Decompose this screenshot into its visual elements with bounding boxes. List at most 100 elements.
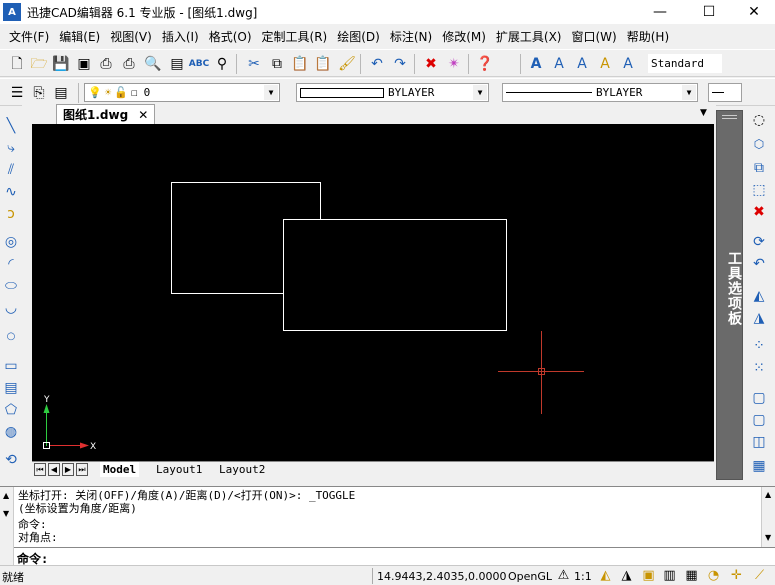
erase-icon[interactable]: ⬡ [749, 134, 769, 154]
scale-icon[interactable]: ◮ [749, 308, 769, 328]
polar-icon[interactable]: ▥ [661, 567, 678, 584]
annotation-scale-icon[interactable]: ⚠ [555, 567, 572, 584]
menu-help[interactable]: 帮助(H) [622, 28, 674, 45]
menu-edit[interactable]: 编辑(E) [54, 28, 105, 45]
palette-options-icon[interactable]: ◌ [749, 110, 769, 130]
spell-check-icon[interactable]: ABC [189, 55, 209, 73]
match-properties-icon[interactable]: 🖌 [338, 55, 356, 73]
print-icon[interactable]: ⎙ [97, 55, 115, 73]
tab-list-dropdown-icon[interactable]: ▼ [700, 108, 707, 118]
publish-icon[interactable]: ▤ [168, 55, 186, 73]
tab-layout2[interactable]: Layout2 [219, 462, 265, 477]
menu-view[interactable]: 视图(V) [105, 28, 157, 45]
menu-draw[interactable]: 绘图(D) [332, 28, 385, 45]
lineweight-select[interactable] [708, 83, 742, 102]
menu-dimension[interactable]: 标注(N) [385, 28, 437, 45]
layer-manager-icon[interactable]: ☰ [8, 84, 26, 102]
lineweight-icon[interactable]: ✛ [728, 567, 745, 584]
menu-file[interactable]: 文件(F) [4, 28, 54, 45]
layer-state-icon[interactable]: ▤ [52, 84, 70, 102]
menu-insert[interactable]: 插入(I) [157, 28, 204, 45]
multiline-icon[interactable]: ⫽ [1, 160, 21, 180]
color-dropdown-icon[interactable]: ▼ [473, 85, 487, 100]
previous-layout-icon[interactable]: ◀ [48, 463, 60, 476]
model-space-icon[interactable]: ⟋ [751, 567, 768, 584]
trim-icon[interactable]: ⁙ [749, 358, 769, 378]
drawing-canvas[interactable]: Y X [32, 124, 714, 461]
delete-object-icon[interactable]: ✖ [749, 202, 769, 222]
menu-modify[interactable]: 修改(M) [437, 28, 491, 45]
command-input-row[interactable]: 命令: [14, 547, 775, 566]
copy-icon[interactable]: ⧉ [268, 55, 286, 73]
snap-icon[interactable]: ◭ [597, 567, 614, 584]
fillet-icon[interactable]: ◫ [749, 432, 769, 452]
first-layout-icon[interactable]: ⏮ [34, 463, 46, 476]
layer-previous-icon[interactable]: ⎘ [30, 84, 48, 102]
find-icon[interactable]: ⚲ [213, 55, 231, 73]
next-layout-icon[interactable]: ▶ [62, 463, 74, 476]
command-scrollbar[interactable]: ▲ ▼ [761, 487, 775, 547]
help-icon[interactable]: ❓ [476, 55, 494, 73]
print-preview-icon[interactable]: 🔍 [144, 55, 162, 73]
text-find-icon[interactable]: A [596, 55, 614, 73]
scroll-down-icon[interactable]: ▼ [3, 509, 9, 518]
text-scale-icon[interactable]: A [619, 55, 637, 73]
hatch-icon[interactable]: ▤ [1, 378, 21, 398]
text-edit-icon[interactable]: A [573, 55, 591, 73]
revision-cloud-icon[interactable]: ⟲ [1, 450, 21, 470]
chamfer-icon[interactable]: ▢ [749, 410, 769, 430]
circle-icon[interactable]: ◎ [1, 232, 21, 252]
tab-layout1[interactable]: Layout1 [156, 462, 202, 477]
scale-label[interactable]: 1:1 [574, 568, 592, 584]
polyline-icon[interactable]: ⤷ [1, 138, 21, 158]
delete-icon[interactable]: ✖ [422, 55, 440, 73]
polygon-icon[interactable]: ⬠ [1, 400, 21, 420]
coordinate-readout[interactable]: 14.9443,2.4035,0.0000 [372, 568, 506, 584]
point-icon[interactable]: ○ [1, 326, 21, 346]
layer-select[interactable]: 💡 ☀ 🔓 ☐ 0 ▼ [84, 83, 280, 102]
close-button[interactable]: ✕ [731, 0, 775, 24]
linetype-dropdown-icon[interactable]: ▼ [682, 85, 696, 100]
mirror-icon[interactable]: ⬚ [749, 180, 769, 200]
layer-dropdown-icon[interactable]: ▼ [264, 85, 278, 100]
undo-object-icon[interactable]: ↶ [749, 254, 769, 274]
new-file-icon[interactable]: 🗋 [8, 55, 26, 73]
palette-grip[interactable] [722, 115, 737, 119]
last-layout-icon[interactable]: ⏭ [76, 463, 88, 476]
spline-icon[interactable]: ∿ [1, 182, 21, 202]
document-tab[interactable]: 图纸1.dwg ✕ [56, 104, 156, 124]
grid-icon[interactable]: ◮ [618, 567, 635, 584]
line-icon[interactable]: ╲ [1, 116, 21, 136]
menu-custom-tools[interactable]: 定制工具(R) [257, 28, 333, 45]
document-tab-close-icon[interactable]: ✕ [138, 108, 148, 122]
osnap-icon[interactable]: ▦ [683, 567, 700, 584]
break-icon[interactable]: ▢ [749, 388, 769, 408]
ellipse-icon[interactable]: ⬭ [1, 276, 21, 296]
menu-window[interactable]: 窗口(W) [567, 28, 622, 45]
ellipse-arc-icon[interactable]: ◡ [1, 298, 21, 318]
color-select[interactable]: BYLAYER ▼ [296, 83, 489, 102]
scroll-down-icon[interactable]: ▼ [765, 533, 771, 542]
cut-icon[interactable]: ✂ [245, 55, 263, 73]
rectangle-icon[interactable]: ▭ [1, 356, 21, 376]
rotate-icon[interactable]: ⟳ [749, 232, 769, 252]
copy-object-icon[interactable]: ⧉ [749, 158, 769, 178]
scroll-up-icon[interactable]: ▲ [3, 491, 9, 500]
redo-icon[interactable]: ↷ [391, 55, 409, 73]
freehand-icon[interactable]: ↄ [1, 204, 21, 224]
otrack-icon[interactable]: ◔ [705, 567, 722, 584]
arc-icon[interactable]: ◜ [1, 254, 21, 274]
paste-special-icon[interactable]: 📋 [314, 55, 332, 73]
rectangle-shape[interactable] [283, 219, 507, 331]
paste-icon[interactable]: 📋 [291, 55, 309, 73]
multiline-text-icon[interactable]: A [550, 55, 568, 73]
save-icon[interactable]: 💾 [52, 55, 70, 73]
menu-extend-tools[interactable]: 扩展工具(X) [491, 28, 567, 45]
linetype-select[interactable]: BYLAYER ▼ [502, 83, 698, 102]
menu-format[interactable]: 格式(O) [204, 28, 257, 45]
text-style-icon[interactable]: A [527, 55, 545, 73]
undo-icon[interactable]: ↶ [368, 55, 386, 73]
redraw-icon[interactable]: ✴ [445, 55, 463, 73]
ortho-icon[interactable]: ▣ [640, 567, 657, 584]
scroll-up-icon[interactable]: ▲ [765, 490, 771, 499]
